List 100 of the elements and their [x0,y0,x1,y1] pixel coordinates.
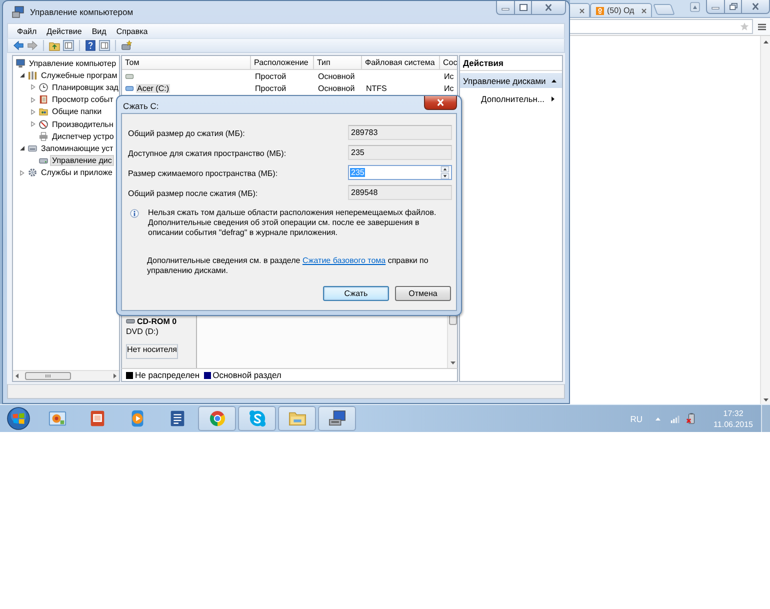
minimize-button[interactable] [496,1,514,15]
table-cell: Основной [317,72,356,80]
browser-tab[interactable]: (50) Од [590,3,652,17]
maximize-button[interactable] [514,1,532,15]
menu-item[interactable]: Действие [46,26,82,36]
menu-item[interactable]: Вид [92,26,106,36]
star-icon[interactable] [740,22,749,31]
scroll-down-icon[interactable] [450,361,456,365]
tree-item[interactable]: Управление компьютер [27,58,118,69]
tree-item[interactable]: Служебные програм [39,70,119,81]
menu-icon[interactable] [758,22,766,30]
forward-icon[interactable] [27,40,38,51]
computer-icon [328,409,346,428]
computer-icon [12,6,24,18]
folder-up-icon[interactable] [49,40,60,51]
taskbar-button[interactable] [318,406,356,431]
tree-item[interactable]: Планировщик зад [50,82,119,93]
arrow-up-icon[interactable] [690,2,700,12]
expanded-arrow-icon[interactable] [19,145,25,152]
tree-item[interactable]: Просмотр событ [50,94,116,106]
dialog-button[interactable]: Сжать [323,286,389,301]
collapsed-arrow-icon[interactable] [30,84,36,90]
panes-icon[interactable] [99,40,110,51]
disk-status: Нет носителя [126,344,178,359]
battery-icon[interactable] [686,413,697,424]
speech-bubble-icon [248,409,266,428]
table-cell[interactable]: Acer (C:) [136,84,170,92]
scrollbar-thumb[interactable] [448,315,456,325]
drive-icon [28,144,37,153]
vertical-scrollbar[interactable] [760,36,770,404]
table-cell: Простой [254,72,288,80]
panes-icon[interactable] [63,40,74,51]
restore-button[interactable] [724,0,742,14]
help-link[interactable]: Сжатие базового тома [302,256,386,265]
printer-icon [39,132,48,141]
readonly-field: 289548 [348,185,452,200]
address-field[interactable] [570,19,753,34]
computer-icon [16,58,25,68]
taskbar-button[interactable] [198,406,236,431]
field-label: Доступное для сжатия пространство (МБ): [128,148,288,158]
scroll-right-icon[interactable] [113,373,117,379]
table-cell: Ис [443,72,455,80]
drive-icon [39,156,48,166]
tree-item[interactable]: Общие папки [50,106,104,118]
column-header[interactable]: Том [122,56,251,69]
scroll-up-icon[interactable] [762,40,768,44]
drive-icon [126,319,135,324]
scroll-left-icon[interactable] [15,373,19,379]
book-icon [39,95,48,104]
action-section[interactable]: Управление дисками [460,73,562,88]
readonly-field: 235 [348,145,452,160]
expanded-arrow-icon[interactable] [19,72,25,78]
column-header[interactable]: Расположение [251,56,314,69]
drive-star-icon[interactable] [121,40,132,51]
back-icon[interactable] [13,40,24,51]
scrollbar-thumb[interactable] [25,372,71,380]
close-icon[interactable] [641,8,647,14]
tree-item[interactable]: Диспетчер устро [50,130,116,142]
columns-icon [28,70,37,80]
menu-item[interactable]: Файл [17,26,37,36]
folder-icon [39,107,48,116]
caret-up-icon[interactable] [551,78,557,82]
tree-item[interactable]: Производительн [50,118,116,130]
collapsed-arrow-icon[interactable] [30,96,36,103]
spin-up-icon[interactable] [439,166,451,172]
help-text: Дополнительные сведения см. в разделе Сжатие базового тома справки по управлению дисками. [147,256,430,276]
close-icon[interactable] [579,8,585,14]
browser-tab[interactable] [570,3,590,17]
restore-icon [728,3,738,10]
close-button[interactable] [532,1,566,15]
actions-title: Действия [460,56,562,71]
tree-item[interactable]: Управление дис [50,155,114,166]
help-icon[interactable] [85,40,96,51]
table-cell: Ис [443,84,455,92]
disk-info-panel[interactable]: CD-ROM 0 DVD (D:) Нет носителя [122,314,197,368]
table-cell: Основной [317,84,356,92]
tree-item[interactable]: Запоминающие уст [39,142,116,154]
collapsed-arrow-icon[interactable] [19,170,25,176]
scroll-down-icon[interactable] [762,398,768,402]
action-item[interactable]: Дополнительн... [460,92,562,105]
column-header[interactable]: Файловая система [362,56,440,69]
close-button[interactable] [424,96,457,110]
minimize-button[interactable] [706,0,724,14]
close-icon [436,99,445,106]
close-button[interactable] [742,0,770,14]
collapsed-arrow-icon[interactable] [30,108,36,115]
gear-icon [28,168,37,178]
close-icon [751,3,760,10]
tree-item[interactable]: Службы и приложе [39,167,114,178]
menu-item[interactable]: Справка [116,26,148,36]
horizontal-scrollbar[interactable] [13,370,119,381]
close-icon [544,4,553,11]
field-label: Общий размер до сжатия (МБ): [128,128,246,138]
start-button[interactable] [7,407,30,430]
maximize-icon [518,4,528,11]
picture-icon [48,409,66,428]
dialog-button[interactable]: Отмена [395,286,451,301]
column-header[interactable]: Тип [314,56,362,69]
spin-down-icon[interactable] [439,172,451,179]
collapsed-arrow-icon[interactable] [30,121,36,128]
